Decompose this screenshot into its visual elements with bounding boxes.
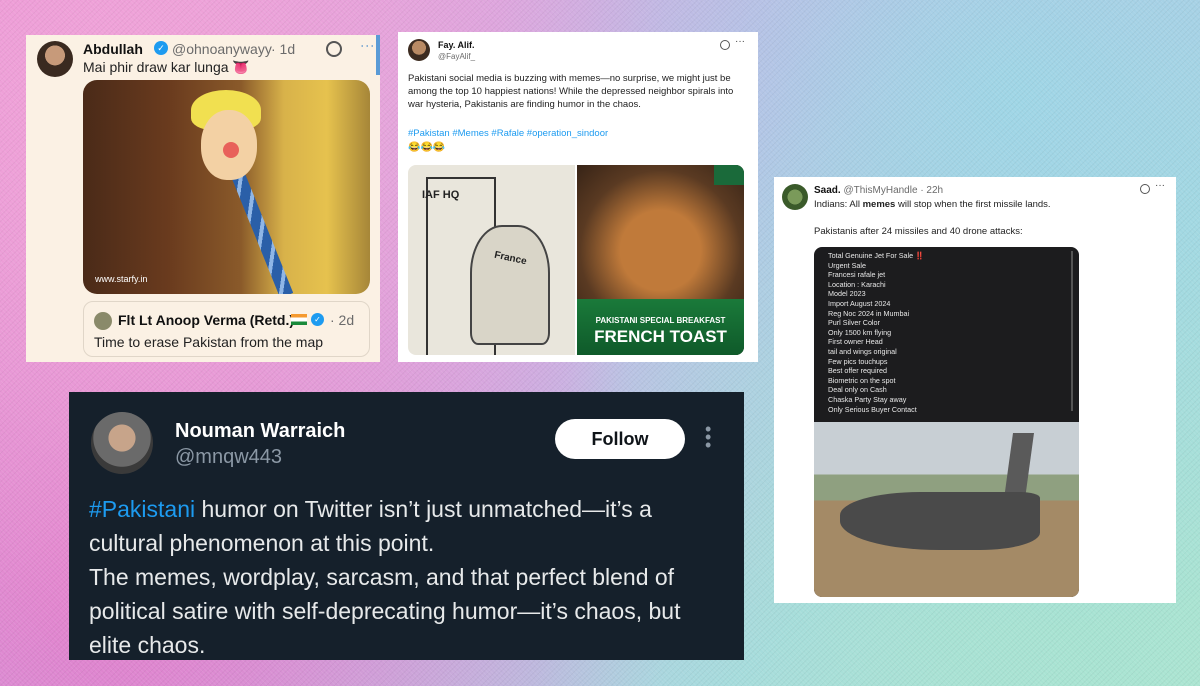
ad-line: Total Genuine Jet For Sale ‼️ — [828, 251, 925, 260]
author-line[interactable]: Saad. @ThisMyHandle · 22h — [814, 185, 943, 196]
ad-line: Location : Karachi — [828, 279, 886, 289]
media-watermark: www.starfy.in — [95, 274, 148, 284]
meme-image-french-toast[interactable]: PAKISTANI SPECIAL BREAKFAST FRENCH TOAST — [577, 165, 744, 355]
quoted-tweet-text: Time to erase Pakistan from the map — [94, 334, 324, 350]
tweet-text: Mai phir draw kar lunga 👅 — [83, 59, 250, 75]
tweet-card-fay-alif: Fay. Alif. @FayAlif_ ··· Pakistani socia… — [398, 32, 758, 362]
avatar[interactable] — [91, 412, 153, 474]
more-options-icon[interactable]: • • • — [705, 420, 711, 454]
tweet-card-nouman: Nouman Warraich @mnqw443 Follow • • • #Pak… — [69, 392, 744, 660]
grok-icon[interactable] — [720, 40, 730, 50]
person-sketch — [470, 225, 550, 345]
ad-line: Chaska Party Stay away — [828, 394, 907, 404]
emoji-row: 😂😂😂 — [408, 142, 446, 153]
author-name[interactable]: Abdullah — [83, 41, 143, 57]
doll-nose — [223, 142, 239, 158]
text-part: The memes, wordplay, sarcasm, and that p… — [89, 564, 681, 658]
pakistan-flag-icon — [714, 165, 744, 185]
avatar[interactable] — [408, 39, 430, 61]
caption-line-2: FRENCH TOAST — [594, 327, 727, 346]
scrollbar — [1071, 251, 1073, 411]
ad-line: Few pics touchups — [828, 356, 888, 366]
verified-badge-icon: ✓ — [311, 313, 324, 326]
jet-wreck — [840, 492, 1040, 550]
tweet-text: Pakistani social media is buzzing with m… — [408, 73, 734, 110]
timestamp[interactable]: · 22h — [920, 185, 943, 196]
timestamp: · 2d — [330, 312, 355, 328]
tweet-media[interactable]: www.starfy.in — [83, 80, 370, 294]
ad-line: First owner Head — [828, 337, 883, 347]
tweet-text-line-2: Pakistanis after 24 missiles and 40 dron… — [814, 226, 1023, 237]
ad-line: Francesi rafale jet — [828, 270, 886, 280]
avatar[interactable] — [782, 184, 808, 210]
ad-line: Deal only on Cash — [828, 385, 887, 395]
author-handle[interactable]: @ohnoanywayy — [172, 41, 272, 57]
tweet-text: #Pakistani humor on Twitter isn’t just u… — [89, 492, 729, 660]
quoted-tweet[interactable]: Flt Lt Anoop Verma (Retd.) ✓ · 2d Time t… — [83, 301, 370, 357]
avatar[interactable] — [37, 41, 73, 77]
text-part: Indians: All — [814, 199, 863, 210]
timestamp[interactable]: · 1d — [271, 41, 295, 57]
screenshot-media[interactable]: Total Genuine Jet For Sale ‼️ Urgent Sale… — [814, 247, 1079, 597]
ad-line: Model 2023 — [828, 289, 866, 299]
caption-line-1: PAKISTANI SPECIAL BREAKFAST — [595, 316, 726, 325]
pencil-stick — [231, 172, 294, 294]
hashtag[interactable]: #Pakistani — [89, 496, 195, 522]
meme-sign: IAF HQ — [422, 189, 460, 201]
tweet-card-abdullah: Abdullah ✓ @ohnoanywayy · 1d ⋮ Mai phir … — [26, 35, 380, 362]
meme-image-iaf[interactable]: IAF HQ France — [408, 165, 575, 355]
text-emphasis: memes — [862, 199, 896, 210]
india-flag-icon — [291, 314, 307, 325]
grok-icon[interactable] — [1140, 184, 1150, 194]
more-options-icon[interactable]: ··· — [735, 36, 745, 47]
avatar — [94, 312, 112, 330]
tweet-card-saad: Saad. @ThisMyHandle · 22h ··· Indians: A… — [774, 177, 1176, 603]
ad-line: Urgent Sale — [828, 260, 866, 270]
author-handle[interactable]: @FayAlif_ — [438, 52, 475, 61]
verified-badge-icon: ✓ — [154, 41, 168, 55]
ad-line: Reg Noc 2024 in Mumbai — [828, 308, 910, 318]
author-name[interactable]: Saad. — [814, 185, 841, 196]
tweet-text-line-1: Indians: All memes will stop when the fi… — [814, 199, 1051, 210]
ad-line: Biometric on the spot — [828, 375, 896, 385]
author-handle[interactable]: @mnqw443 — [175, 446, 282, 469]
ad-line: Only 1500 km flying — [828, 327, 892, 337]
scrollbar[interactable] — [376, 35, 380, 75]
follow-button[interactable]: Follow — [555, 419, 685, 459]
quoted-author-name: Flt Lt Anoop Verma (Retd.) — [118, 312, 295, 328]
text-part: will stop when the first missile lands. — [895, 199, 1051, 210]
author-handle[interactable]: @ThisMyHandle — [843, 185, 917, 196]
hashtags[interactable]: #Pakistan #Memes #Rafale #operation_sind… — [408, 128, 608, 139]
more-options-icon[interactable]: ··· — [1155, 180, 1165, 191]
author-name[interactable]: Fay. Alif. — [438, 40, 475, 50]
ad-line: Best offer required — [828, 366, 887, 376]
grok-icon[interactable] — [326, 41, 342, 57]
ad-line: Only Serious Buyer Contact — [828, 404, 917, 414]
ad-line: tail and wings original — [828, 346, 897, 356]
ad-text-list: Total Genuine Jet For Sale ‼️ Urgent Sale… — [828, 251, 924, 414]
more-options-icon[interactable]: ⋮ — [360, 39, 376, 53]
ad-line: Purl Silver Color — [828, 318, 880, 328]
author-name[interactable]: Nouman Warraich — [175, 420, 345, 443]
ad-line: Import August 2024 — [828, 298, 891, 308]
